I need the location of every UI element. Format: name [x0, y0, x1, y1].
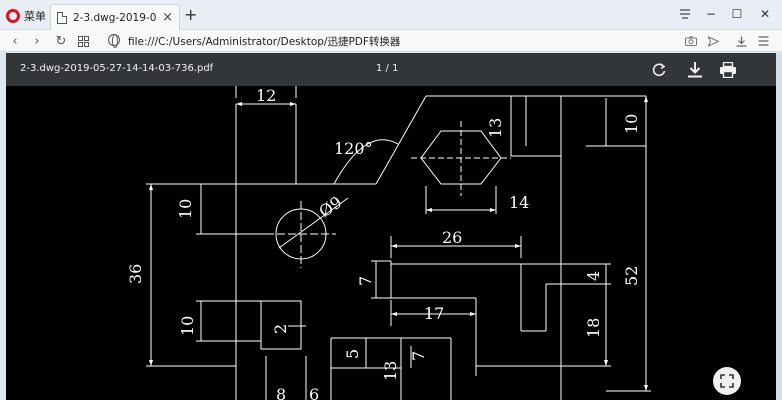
reload-button[interactable]: ↻	[52, 32, 70, 50]
document-icon	[57, 11, 67, 24]
dim-5: 5	[343, 349, 362, 359]
dim-36: 36	[126, 264, 145, 284]
dim-7-a: 7	[356, 276, 375, 286]
dim-10-right: 10	[622, 114, 641, 134]
fit-page-icon	[720, 374, 734, 388]
tab-close-icon[interactable]: ×	[162, 11, 173, 24]
fit-to-page-button[interactable]	[713, 367, 741, 395]
minimize-button[interactable]: −	[702, 4, 720, 24]
page-indicator: 1 / 1	[376, 63, 399, 74]
rotate-icon[interactable]	[648, 59, 670, 81]
tab-title: 2-3.dwg-2019-05-27-14-	[73, 11, 157, 24]
dim-18: 18	[584, 318, 603, 338]
maximize-button[interactable]: ☐	[728, 4, 746, 24]
menu-label: 菜单	[24, 10, 46, 23]
print-icon[interactable]	[717, 59, 739, 81]
dim-52: 52	[622, 266, 641, 286]
dim-14: 14	[509, 193, 529, 212]
dim-12: 12	[256, 86, 276, 105]
downloads-icon[interactable]	[732, 32, 750, 50]
dim-8: 8	[276, 385, 286, 400]
dim-2: 2	[271, 324, 290, 334]
dim-7-b: 7	[409, 351, 428, 361]
pdf-toolbar: 2-3.dwg-2019-05-27-14-14-03-736.pdf 1 / …	[6, 53, 776, 86]
menu-settings-icon[interactable]	[754, 32, 772, 50]
browser-tab-active[interactable]: 2-3.dwg-2019-05-27-14- ×	[50, 4, 180, 30]
tabs-overview-icon[interactable]	[74, 32, 92, 50]
globe-icon	[108, 34, 120, 48]
snapshot-icon[interactable]	[682, 32, 700, 50]
close-window-button[interactable]: ✕	[756, 4, 774, 24]
dim-4: 4	[584, 271, 603, 281]
pdf-file-name: 2-3.dwg-2019-05-27-14-14-03-736.pdf	[20, 63, 214, 74]
address-bar: ‹ › ↻ file:///C:/Users/Administrator/Des…	[0, 30, 782, 52]
url-field[interactable]: file:///C:/Users/Administrator/Desktop/迅…	[128, 34, 400, 49]
drawing-geometry	[146, 86, 651, 400]
new-tab-button[interactable]: +	[184, 6, 197, 24]
opera-logo-icon	[6, 9, 20, 23]
dim-26: 26	[442, 228, 462, 247]
opera-menu-button[interactable]: 菜单	[6, 6, 46, 26]
dim-6: 6	[309, 385, 319, 400]
dim-17: 17	[424, 304, 444, 323]
dim-10-left: 10	[176, 199, 195, 219]
right-scrollbar[interactable]	[776, 53, 782, 400]
easy-setup-icon[interactable]	[676, 4, 694, 24]
send-icon[interactable]	[704, 32, 722, 50]
pdf-page-canvas[interactable]: 12 120° 13 10 10 Ø9 14 26 36 7 4 52 17 1…	[6, 86, 776, 400]
cad-drawing: 12 120° 13 10 10 Ø9 14 26 36 7 4 52 17 1…	[126, 86, 651, 400]
dimension-arrows	[149, 96, 648, 391]
download-icon[interactable]	[684, 59, 706, 81]
dim-10-mid: 10	[178, 316, 197, 336]
dim-120-degree: 120°	[334, 139, 373, 158]
forward-button[interactable]: ›	[28, 32, 46, 50]
dim-13-low: 13	[381, 361, 400, 381]
tab-strip: 菜单 2-3.dwg-2019-05-27-14- × + − ☐ ✕	[0, 0, 782, 30]
dim-13-top: 13	[486, 118, 505, 138]
back-button[interactable]: ‹	[6, 32, 24, 50]
